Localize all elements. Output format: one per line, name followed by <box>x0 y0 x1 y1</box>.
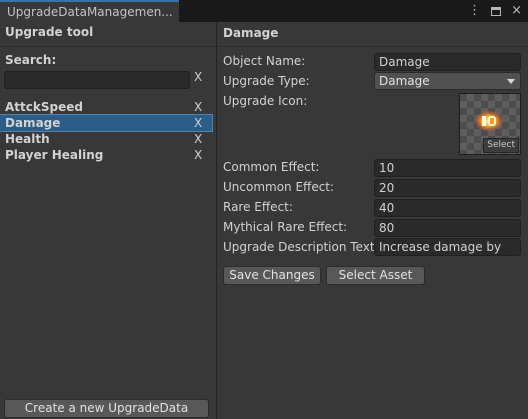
description-field[interactable]: Increase damage by <box>374 238 521 256</box>
window-tab-strip: UpgradeDataManagemen... ⋮ × <box>0 0 528 22</box>
create-upgrade-button[interactable]: Create a new UpgradeData <box>4 399 209 418</box>
upgrade-list-panel: Upgrade tool Search: X AttckSpeed X Dama… <box>0 22 217 419</box>
uncommon-effect-field[interactable]: 20 <box>374 179 521 197</box>
list-item-label: Health <box>5 132 50 146</box>
panel-title: Upgrade tool <box>5 25 94 39</box>
list-item-label: Damage <box>5 116 61 130</box>
description-label: Upgrade Description Text: <box>223 240 379 254</box>
search-clear-button[interactable]: X <box>194 70 202 84</box>
maximize-icon[interactable] <box>491 6 502 16</box>
upgrade-type-dropdown[interactable]: Damage <box>374 72 521 90</box>
remove-item-button[interactable]: X <box>194 115 202 131</box>
chevron-down-icon <box>507 79 515 84</box>
icon-select-button[interactable]: Select <box>483 138 519 153</box>
divider <box>217 46 528 47</box>
window-tab[interactable]: UpgradeDataManagemen... <box>0 0 179 22</box>
search-input[interactable] <box>4 71 190 89</box>
common-effect-label: Common Effect: <box>223 160 320 174</box>
upgrade-type-label: Upgrade Type: <box>223 74 310 88</box>
list-item[interactable]: Health X <box>0 131 212 147</box>
upgrade-list: AttckSpeed X Damage X Health X Player He… <box>0 99 213 163</box>
list-item-label: AttckSpeed <box>5 100 83 114</box>
kebab-menu-icon[interactable]: ⋮ <box>468 0 481 22</box>
remove-item-button[interactable]: X <box>194 131 202 147</box>
save-changes-button[interactable]: Save Changes <box>223 266 321 285</box>
object-name-field[interactable]: Damage <box>374 53 521 71</box>
list-item-label: Player Healing <box>5 148 104 162</box>
remove-item-button[interactable]: X <box>194 147 202 163</box>
rare-effect-label: Rare Effect: <box>223 200 293 214</box>
upgrade-detail-panel: Damage Object Name: Damage Upgrade Type:… <box>217 22 528 419</box>
mythical-rare-effect-label: Mythical Rare Effect: <box>223 220 348 234</box>
common-effect-field[interactable]: 10 <box>374 159 521 177</box>
rare-effect-field[interactable]: 40 <box>374 199 521 217</box>
uncommon-effect-label: Uncommon Effect: <box>223 180 335 194</box>
detail-title: Damage <box>223 26 279 40</box>
search-label: Search: <box>5 53 57 67</box>
window-actions: ⋮ × <box>468 0 522 22</box>
list-item[interactable]: Player Healing X <box>0 147 212 163</box>
divider <box>0 46 216 47</box>
list-item[interactable]: Damage X <box>0 114 213 132</box>
object-name-label: Object Name: <box>223 54 306 68</box>
remove-item-button[interactable]: X <box>194 99 202 115</box>
upgrade-icon-preview <box>474 110 504 132</box>
select-asset-button[interactable]: Select Asset <box>326 266 425 285</box>
close-icon[interactable]: × <box>511 0 522 22</box>
mythical-rare-effect-field[interactable]: 80 <box>374 219 521 237</box>
upgrade-type-value: Damage <box>379 74 430 88</box>
upgrade-icon-picker[interactable]: Select <box>459 93 521 155</box>
list-item[interactable]: AttckSpeed X <box>0 99 212 115</box>
upgrade-icon-label: Upgrade Icon: <box>223 94 308 108</box>
